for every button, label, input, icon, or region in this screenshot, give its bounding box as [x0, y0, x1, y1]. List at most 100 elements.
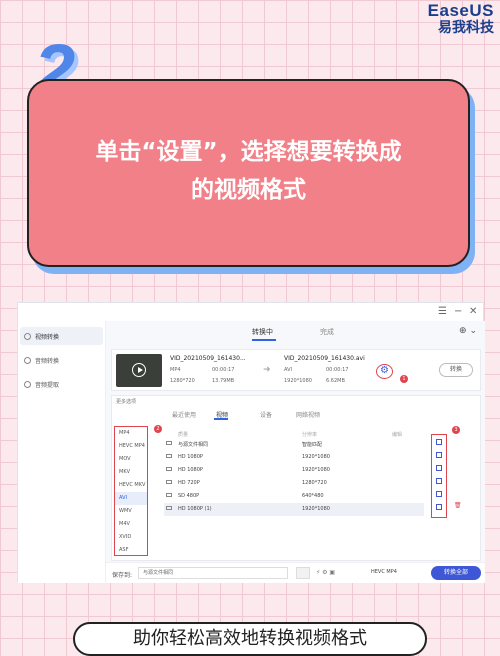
format-item[interactable]: MP4 [115, 427, 147, 440]
sidebar-item-audio-convert[interactable]: 音频转换 [20, 351, 103, 369]
camera-icon [166, 467, 172, 471]
bottom-bar: 保存到: 与源文件相同 ⚡ ⚙ ▣ HEVC MP4 转换全部 [106, 562, 485, 583]
row-quality: HD 1080P [178, 467, 203, 473]
row-quality: HD 1080P [178, 454, 203, 460]
sidebar-item-video-convert[interactable]: 视频转换 [20, 327, 103, 345]
row-quality: HD 720P [178, 480, 200, 486]
target-duration: 00:00:17 [326, 367, 349, 373]
folder-icon[interactable] [296, 567, 310, 579]
header-edit: 编辑 [392, 432, 403, 438]
tab-bar: 转换中 完成 ⊕ ⌄ [106, 321, 485, 343]
row-resolution: 1920*1080 [302, 506, 330, 512]
audio-icon [24, 356, 31, 364]
table-row[interactable]: HD 720P 1280*720 [164, 477, 424, 490]
video-icon [24, 332, 31, 340]
row-resolution: 智能匹配 [302, 442, 323, 448]
format-item[interactable]: MOV [115, 453, 147, 466]
header-quality: 质量 [178, 432, 189, 438]
table-row[interactable]: 与源文件相同 智能匹配 [164, 438, 424, 451]
banner-line-2: 的视频格式 [191, 177, 306, 203]
hevc-label: HEVC MP4 [371, 569, 397, 575]
step-badge-3: 3 [452, 426, 460, 434]
table-row[interactable]: HD 1080P 1920*1080 [164, 451, 424, 464]
extract-icon [24, 380, 31, 388]
settings-gear-icon[interactable]: ⚙ [376, 364, 393, 379]
format-item[interactable]: WMV [115, 505, 147, 518]
active-tab-indicator [252, 339, 276, 341]
tab-converting[interactable]: 转换中 [252, 327, 273, 337]
format-list: MP4 HEVC MP4 MOV MKV HEVC MKV AVI WMV M4… [114, 426, 148, 556]
row-resolution: 640*480 [302, 493, 324, 499]
tab-device[interactable]: 设备 [260, 410, 272, 419]
add-file-icon[interactable]: ⊕ ⌄ [459, 326, 477, 336]
source-size: 13.79MB [212, 378, 235, 384]
source-resolution: 1280*720 [170, 378, 195, 384]
edit-icon[interactable] [436, 452, 442, 458]
close-icon[interactable]: ✕ [469, 306, 477, 317]
table-row[interactable]: SD 480P 640*480 [164, 490, 424, 503]
tab-recent[interactable]: 最近使用 [172, 410, 196, 419]
banner-text: 单击“设置”，选择想要转换成 的视频格式 [29, 133, 468, 209]
arrow-right-icon: ➜ [263, 365, 271, 375]
table-row[interactable]: HD 1080P 1920*1080 [164, 464, 424, 477]
format-item[interactable]: M4V [115, 518, 147, 531]
format-item[interactable]: HEVC MKV [115, 479, 147, 492]
edit-icon[interactable] [436, 465, 442, 471]
camera-icon [166, 441, 172, 445]
source-file-name: VID_20210509_161430... [170, 355, 246, 362]
row-quality: SD 480P [178, 493, 200, 499]
camera-icon [166, 506, 172, 510]
edit-column-highlight [431, 434, 447, 518]
title-bar: ☰ − ✕ [18, 303, 483, 321]
table-row-selected[interactable]: HD 1080P (1) 1920*1080 [164, 503, 424, 516]
main-area: 转换中 完成 ⊕ ⌄ VID_20210509_161430... MP4 00… [106, 321, 485, 583]
video-thumbnail[interactable] [116, 354, 162, 387]
format-item[interactable]: XVID [115, 531, 147, 544]
format-tab-indicator [214, 418, 228, 420]
step-badge-1: 1 [400, 375, 408, 383]
convert-button[interactable]: 转换 [439, 363, 473, 377]
format-item[interactable]: ASF [115, 544, 147, 557]
format-item[interactable]: MKV [115, 466, 147, 479]
minimize-icon[interactable]: − [454, 306, 462, 317]
sidebar-item-label: 音频提取 [35, 381, 60, 389]
toolbar-icons[interactable]: ⚡ ⚙ ▣ [316, 569, 335, 576]
source-duration: 00:00:17 [212, 367, 235, 373]
camera-icon [166, 454, 172, 458]
file-row: VID_20210509_161430... MP4 00:00:17 1280… [111, 349, 481, 391]
play-icon[interactable] [132, 363, 146, 377]
menu-icon[interactable]: ☰ [438, 306, 447, 317]
tab-web-video[interactable]: 网络视频 [296, 410, 320, 419]
edit-icon[interactable] [436, 478, 442, 484]
target-size: 6.62MB [326, 378, 345, 384]
sidebar-item-audio-extract[interactable]: 音频提取 [20, 375, 103, 393]
row-resolution: 1920*1080 [302, 467, 330, 473]
format-item-selected[interactable]: AVI [115, 492, 147, 505]
edit-icon[interactable] [436, 439, 442, 445]
row-quality: HD 1080P (1) [178, 506, 212, 512]
instruction-banner: 单击“设置”，选择想要转换成 的视频格式 [27, 79, 470, 267]
sidebar-item-label: 视频转换 [35, 333, 60, 341]
target-file-name: VID_20210509_161430.avi [284, 355, 365, 362]
trash-icon[interactable]: 🗑 [454, 502, 462, 509]
quality-table: 质量 分辨率 编辑 与源文件相同 智能匹配 HD 1080P 1920*1080… [164, 428, 424, 516]
tab-done[interactable]: 完成 [320, 327, 334, 337]
brand-name-en: EaseUS [427, 1, 494, 20]
camera-icon [166, 493, 172, 497]
brand-name-cn: 易我科技 [438, 20, 494, 36]
brand-logo: EaseUS 易我科技 [428, 2, 494, 35]
target-format: AVI [284, 367, 292, 373]
format-panel: 更多选项 最近使用 视频 设备 网络视频 MP4 HEVC MP4 MOV MK… [111, 395, 481, 561]
row-resolution: 1280*720 [302, 480, 327, 486]
row-resolution: 1920*1080 [302, 454, 330, 460]
edit-icon[interactable] [436, 504, 442, 510]
sidebar-item-label: 音频转换 [35, 357, 60, 365]
source-format: MP4 [170, 367, 181, 373]
camera-icon [166, 480, 172, 484]
format-item[interactable]: HEVC MP4 [115, 440, 147, 453]
target-resolution: 1920*1080 [284, 378, 312, 384]
convert-all-button[interactable]: 转换全部 [431, 566, 481, 580]
save-path-select[interactable]: 与源文件相同 [138, 567, 288, 579]
header-resolution: 分辨率 [302, 432, 318, 438]
edit-icon[interactable] [436, 491, 442, 497]
